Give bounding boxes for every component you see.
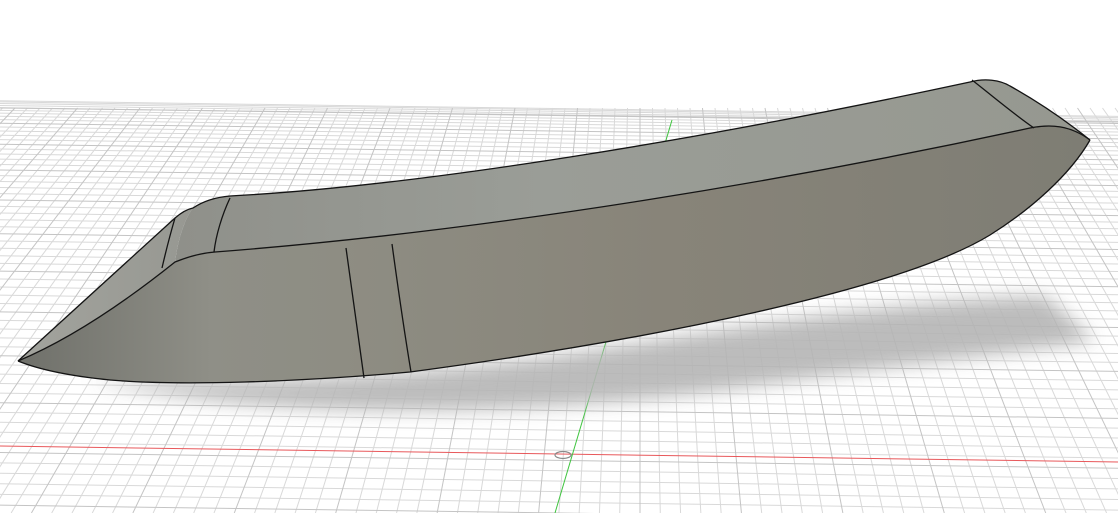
grid-minor-line: [0, 421, 1118, 439]
grid-minor-line: [0, 441, 1118, 459]
grid-major-line: [0, 452, 1118, 469]
x-axis-line: [0, 445, 1118, 463]
viewport-canvas[interactable]: [0, 0, 1118, 513]
3d-viewport[interactable]: [0, 0, 1118, 513]
grid-minor-line: [0, 411, 1118, 429]
